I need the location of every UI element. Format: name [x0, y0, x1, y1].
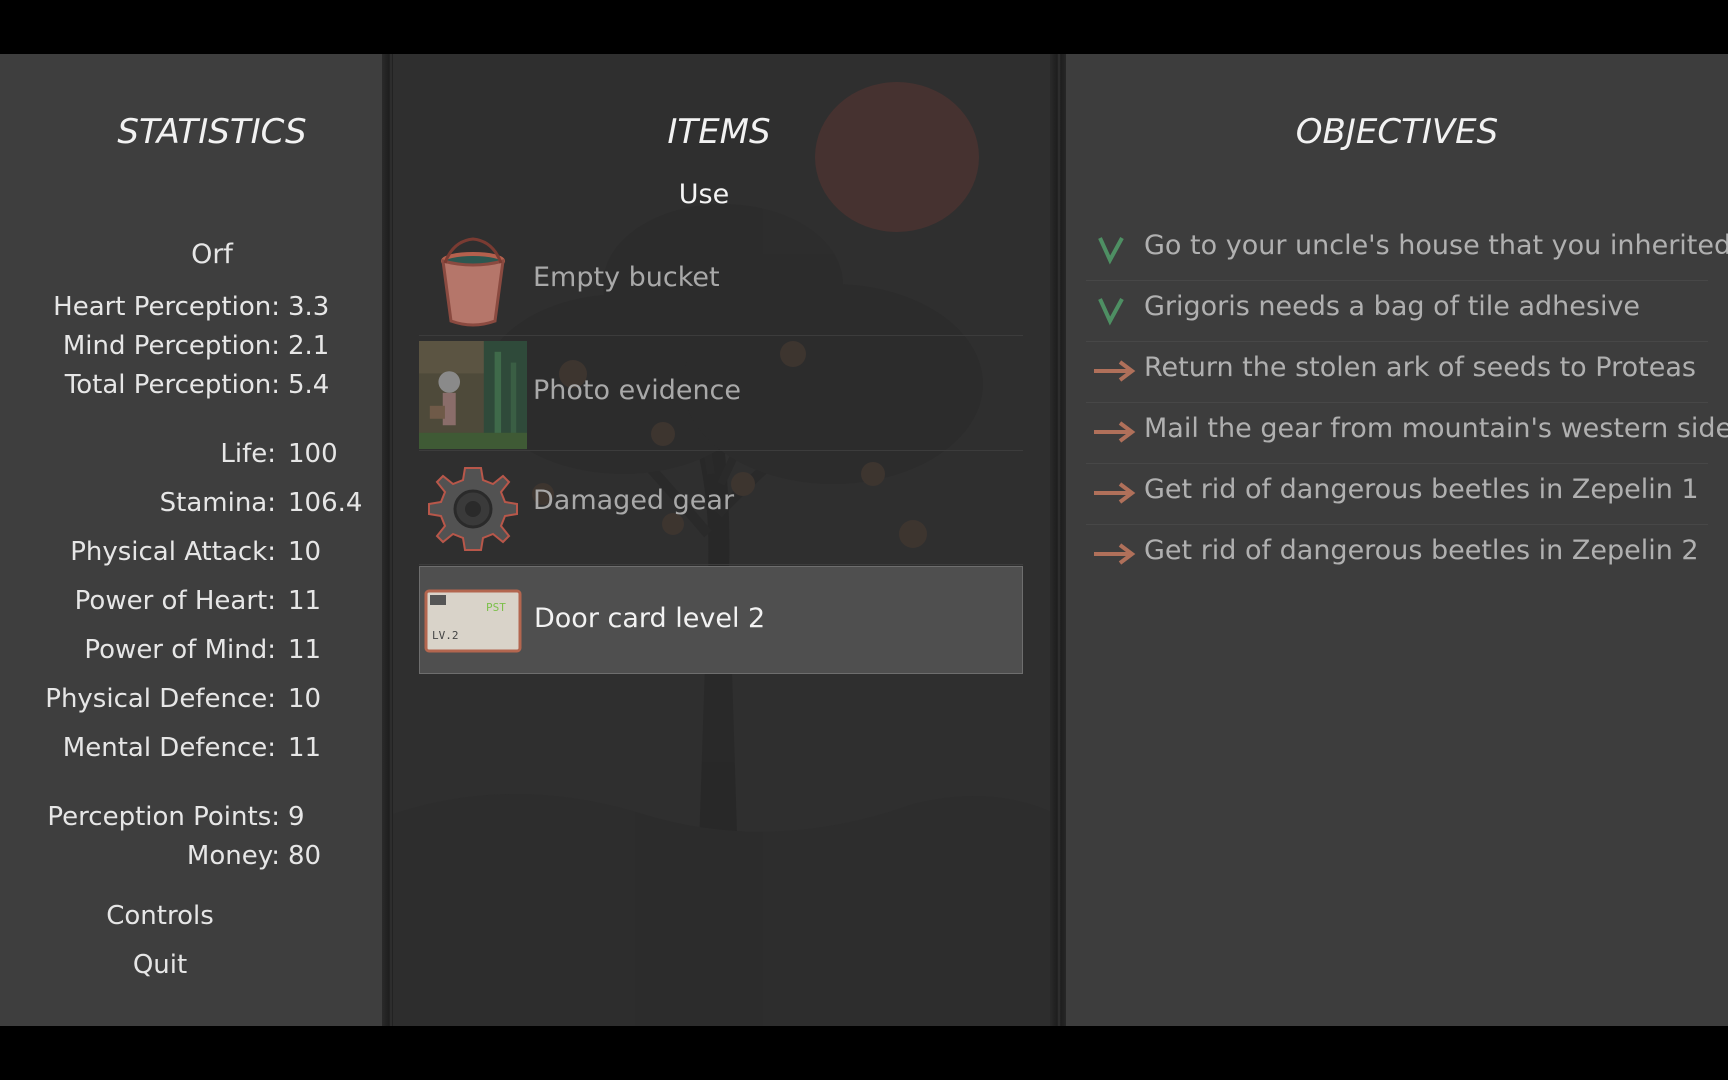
stat-physical-defence: Physical Defence: 10 — [0, 684, 384, 720]
bucket-icon — [441, 237, 505, 327]
photo-icon — [419, 341, 527, 449]
pause-menu-screen: STATISTICS Orf Heart Perception: 3.3 Min… — [0, 54, 1728, 1026]
stat-money: Money: 80 — [0, 841, 384, 877]
statistics-panel: STATISTICS Orf Heart Perception: 3.3 Min… — [0, 54, 384, 1026]
player-name: Orf — [191, 239, 233, 270]
stat-value: 11 — [288, 586, 322, 616]
item-door-card-level-2[interactable]: PST LV.2 Door card level 2 — [419, 566, 1023, 674]
stat-value: 3.3 — [288, 292, 330, 322]
keycard-level-text: LV.2 — [432, 629, 459, 642]
statistics-heading: STATISTICS — [117, 112, 307, 152]
stat-mental-defence: Mental Defence: 11 — [0, 733, 384, 769]
item-empty-bucket[interactable]: Empty bucket — [419, 227, 1023, 336]
quit-button[interactable]: Quit — [133, 950, 187, 980]
stat-physical-attack: Physical Attack: 10 — [0, 537, 384, 573]
objective-item: Return the stolen ark of seeds to Protea… — [1086, 342, 1708, 403]
stat-value: 100 — [288, 439, 338, 469]
stat-label: Physical Attack: — [70, 537, 276, 567]
objectives-heading: OBJECTIVES — [1295, 112, 1499, 152]
stat-value: 2.1 — [288, 331, 330, 361]
objective-text: Get rid of dangerous beetles in Zepelin … — [1144, 535, 1699, 566]
stat-mind-perception: Mind Perception: 2.1 — [0, 331, 384, 367]
stat-power-of-mind: Power of Mind: 11 — [0, 635, 384, 671]
stat-value: 10 — [288, 684, 322, 714]
stat-stamina: Stamina: 106.4 — [0, 488, 384, 524]
stat-label: Stamina: — [159, 488, 276, 518]
stat-label: Life: — [220, 439, 276, 469]
item-label: Empty bucket — [533, 262, 720, 293]
stat-perception-points: Perception Points: 9 — [0, 802, 384, 838]
stat-total-perception: Total Perception: 5.4 — [0, 370, 384, 406]
stat-label: Perception Points: — [47, 802, 280, 832]
item-label: Photo evidence — [533, 375, 742, 406]
objectives-panel: OBJECTIVES Go to your uncle's house that… — [1066, 54, 1728, 1026]
objective-item: Mail the gear from mountain's western si… — [1086, 403, 1728, 464]
check-icon — [1098, 298, 1124, 326]
stat-life: Life: 100 — [0, 439, 384, 475]
items-heading: ITEMS — [667, 112, 771, 152]
stat-value: 10 — [288, 537, 322, 567]
use-item-button[interactable]: Use — [679, 179, 729, 210]
objective-text: Grigoris needs a bag of tile adhesive — [1144, 291, 1641, 322]
stat-label: Physical Defence: — [45, 684, 276, 714]
stat-value: 80 — [288, 841, 322, 871]
objective-text: Go to your uncle's house that you inheri… — [1144, 230, 1728, 261]
item-damaged-gear[interactable]: Damaged gear — [419, 450, 1023, 565]
objective-text: Mail the gear from mountain's western si… — [1144, 413, 1728, 444]
keycard-top-text: PST — [486, 601, 506, 614]
arrow-right-icon — [1094, 360, 1136, 382]
stat-label: Power of Heart: — [74, 586, 276, 616]
objective-text: Get rid of dangerous beetles in Zepelin … — [1144, 474, 1699, 505]
stat-label: Mental Defence: — [62, 733, 276, 763]
arrow-right-icon — [1094, 421, 1136, 443]
arrow-right-icon — [1094, 482, 1136, 504]
item-photo-evidence[interactable]: Photo evidence — [419, 335, 1023, 451]
objective-item: Get rid of dangerous beetles in Zepelin … — [1086, 525, 1708, 585]
stat-value: 11 — [288, 733, 322, 763]
objective-text: Return the stolen ark of seeds to Protea… — [1144, 352, 1696, 383]
stat-label: Total Perception: — [64, 370, 280, 400]
item-label: Door card level 2 — [534, 603, 766, 634]
keycard-icon: PST LV.2 — [424, 589, 522, 653]
stat-label: Mind Perception: — [62, 331, 280, 361]
stat-value: 9 — [288, 802, 305, 832]
item-label: Damaged gear — [533, 485, 735, 516]
stat-heart-perception: Heart Perception: 3.3 — [0, 292, 384, 328]
check-icon — [1098, 237, 1124, 265]
items-panel: ITEMS Use Empty bucket Photo evidence Da… — [393, 54, 1056, 1026]
gear-icon — [428, 467, 518, 551]
stat-label: Money: — [186, 841, 280, 871]
stat-value: 11 — [288, 635, 322, 665]
objective-item: Go to your uncle's house that you inheri… — [1086, 220, 1728, 281]
arrow-right-icon — [1094, 543, 1136, 565]
stat-value: 106.4 — [288, 488, 363, 518]
stat-label: Power of Mind: — [84, 635, 276, 665]
stat-power-of-heart: Power of Heart: 11 — [0, 586, 384, 622]
objective-item: Grigoris needs a bag of tile adhesive — [1086, 281, 1708, 342]
stat-value: 5.4 — [288, 370, 330, 400]
controls-button[interactable]: Controls — [106, 901, 214, 931]
stat-label: Heart Perception: — [53, 292, 280, 322]
objective-item: Get rid of dangerous beetles in Zepelin … — [1086, 464, 1708, 525]
